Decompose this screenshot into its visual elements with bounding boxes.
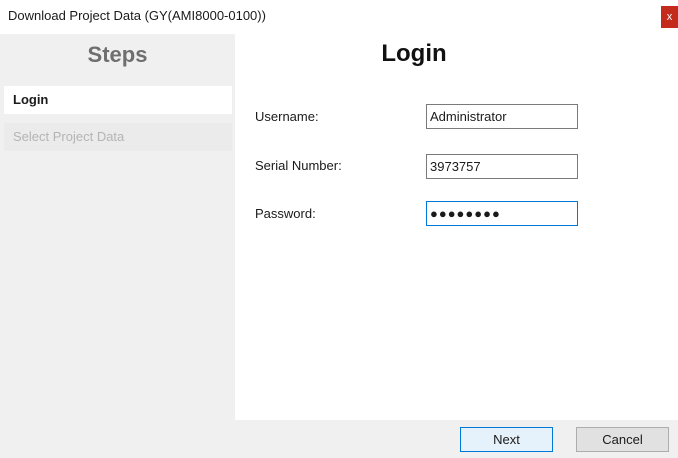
- close-button[interactable]: x: [661, 6, 678, 28]
- page-title: Login: [381, 40, 447, 67]
- window-title: Download Project Data (GY(AMI8000-0100)): [8, 8, 266, 23]
- title-bar: Download Project Data (GY(AMI8000-0100))…: [0, 0, 678, 34]
- username-label: Username:: [255, 109, 319, 124]
- serial-number-label: Serial Number:: [255, 158, 342, 173]
- password-field[interactable]: [426, 201, 578, 226]
- next-button[interactable]: Next: [460, 427, 553, 452]
- cancel-button[interactable]: Cancel: [576, 427, 669, 452]
- steps-sidebar: Steps Login Select Project Data: [0, 34, 235, 420]
- step-login[interactable]: Login: [4, 86, 232, 114]
- steps-title: Steps: [87, 42, 148, 67]
- step-select-project-data: Select Project Data: [4, 123, 232, 151]
- close-icon: x: [666, 11, 673, 23]
- password-label: Password:: [255, 206, 316, 221]
- login-panel: Login Username: Serial Number: Password:: [235, 34, 678, 420]
- button-bar: Next Cancel: [0, 420, 678, 458]
- serial-number-field[interactable]: [426, 154, 578, 179]
- username-field[interactable]: [426, 104, 578, 129]
